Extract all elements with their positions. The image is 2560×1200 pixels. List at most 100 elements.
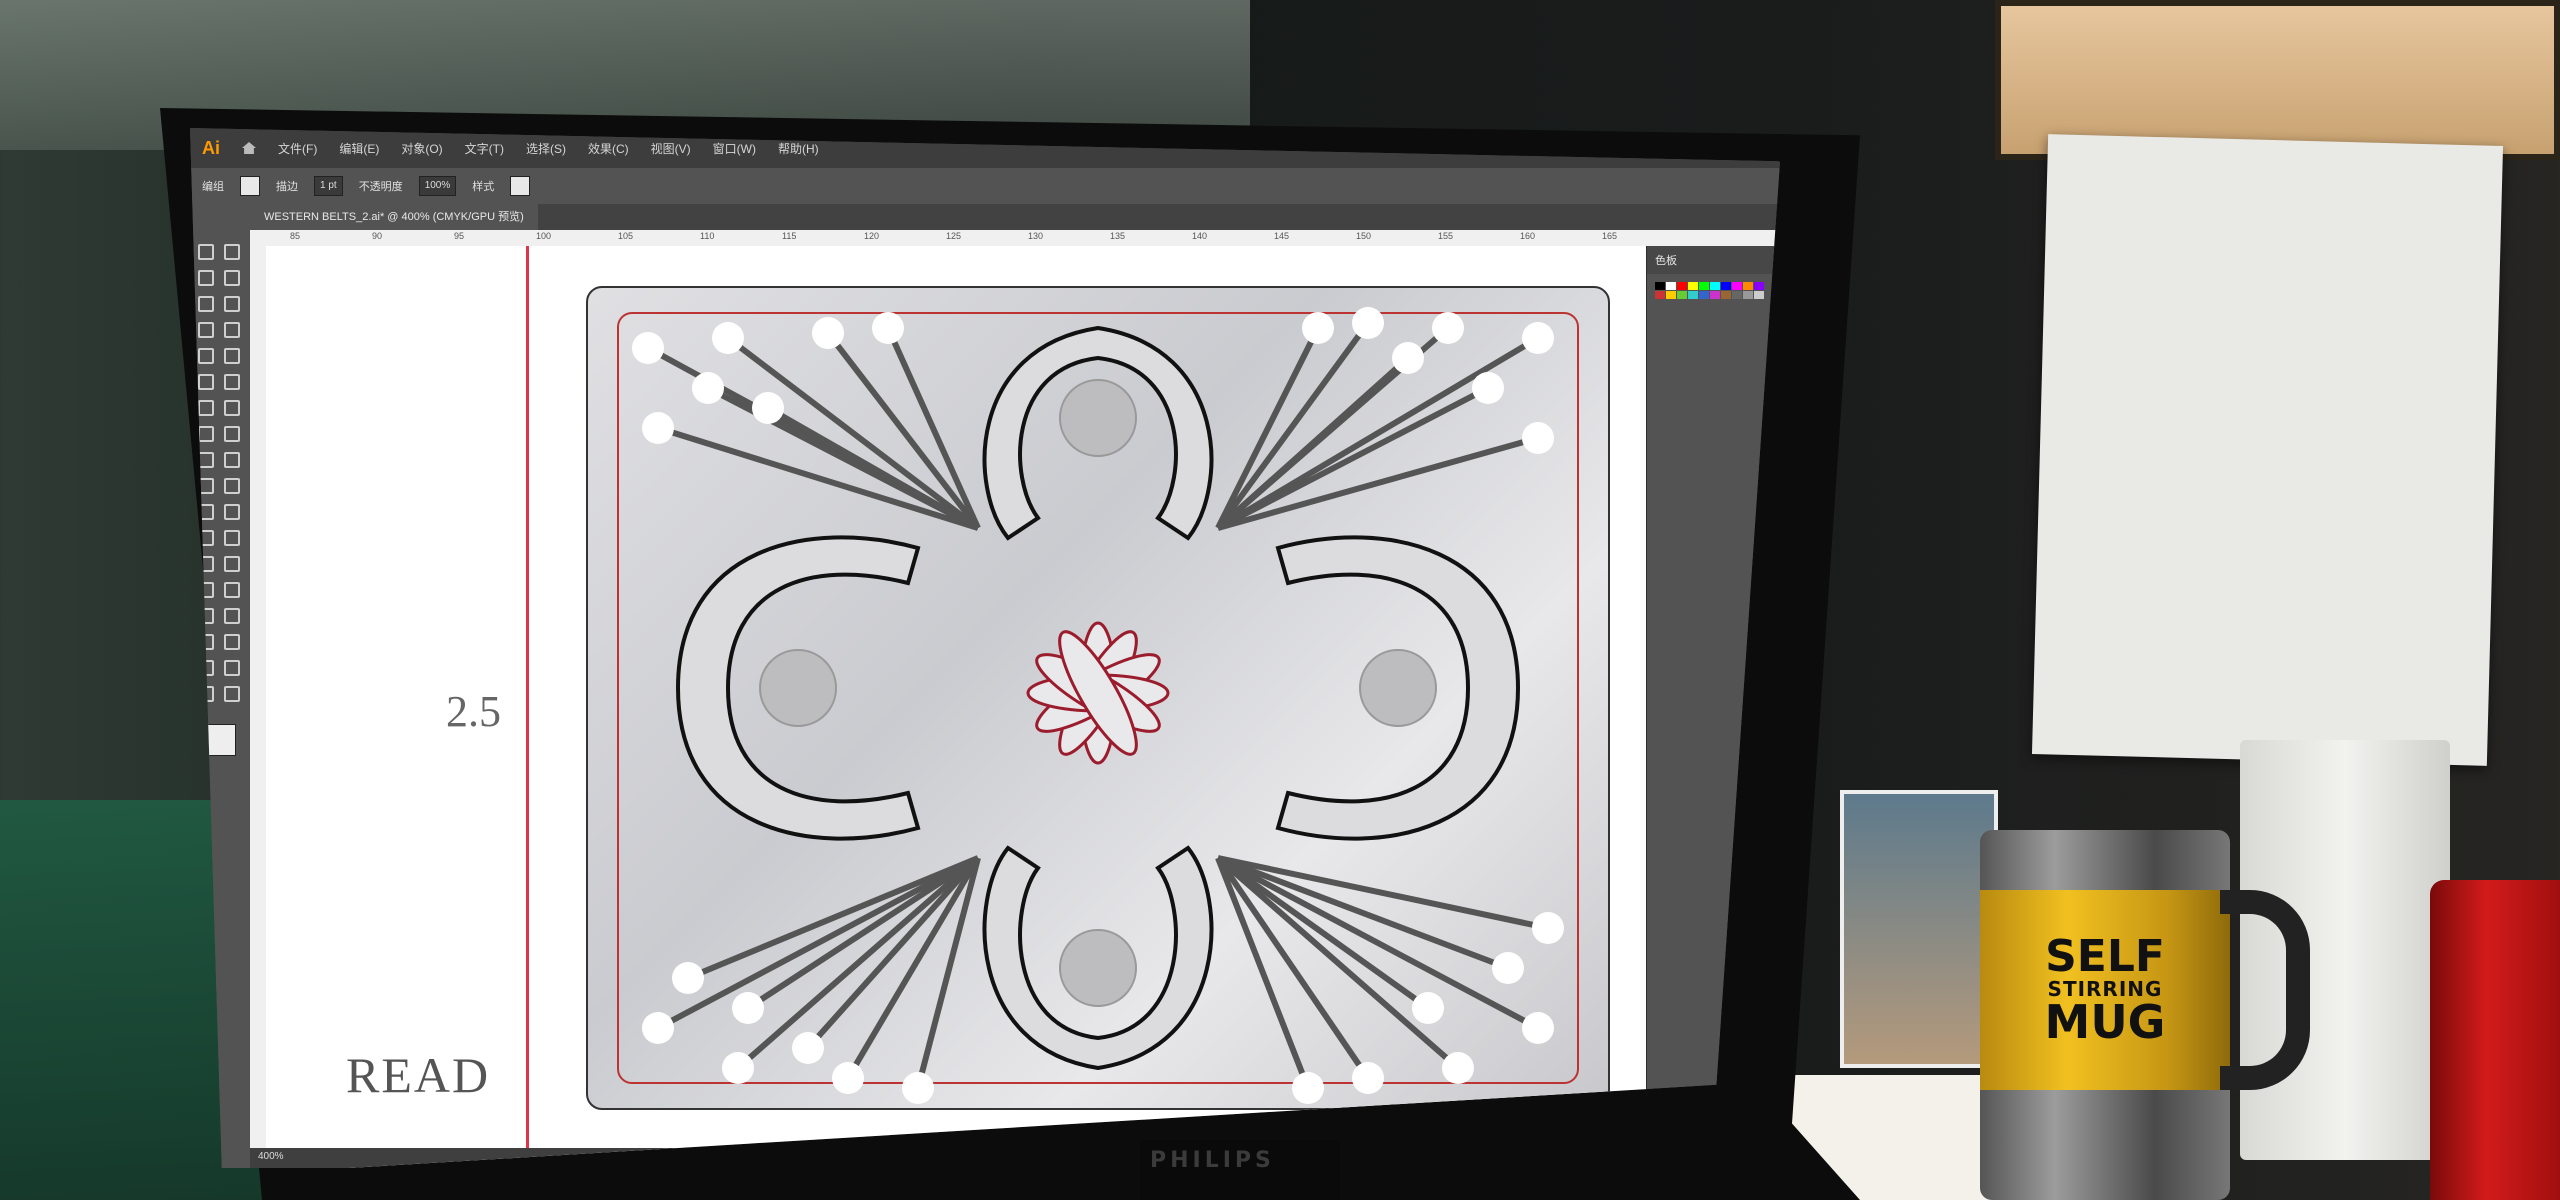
stroke-weight-field[interactable]: 1 pt: [314, 176, 343, 196]
swatch[interactable]: [1721, 291, 1731, 299]
style-swatch[interactable]: [510, 176, 531, 196]
ruler-tick-label: 160: [1520, 231, 1536, 241]
swatch[interactable]: [1743, 282, 1753, 290]
tool-icon[interactable]: [198, 426, 214, 442]
menu-file[interactable]: 文件(F): [278, 140, 317, 157]
swatch[interactable]: [1743, 291, 1753, 299]
mug-label: SELF STIRRING MUG: [2005, 931, 2205, 1046]
ray-dot: [1522, 1012, 1554, 1044]
tool-icon[interactable]: [224, 374, 240, 390]
tool-icon[interactable]: [198, 244, 214, 260]
swatch[interactable]: [1655, 282, 1665, 290]
tool-icon[interactable]: [198, 270, 214, 286]
swatch[interactable]: [1677, 291, 1687, 299]
swatch[interactable]: [1666, 282, 1676, 290]
ray-dot: [1302, 312, 1334, 344]
tool-icon[interactable]: [224, 634, 240, 650]
menu-help[interactable]: 帮助(H): [778, 140, 819, 157]
tool-icon[interactable]: [224, 244, 240, 260]
ray-dot: [642, 412, 674, 444]
swatch[interactable]: [1688, 282, 1698, 290]
tool-icon[interactable]: [224, 556, 240, 572]
fill-stroke-indicator[interactable]: [204, 724, 236, 756]
swatch[interactable]: [1677, 282, 1687, 290]
clover-left: [759, 649, 837, 727]
menu-edit[interactable]: 编辑(E): [339, 140, 379, 157]
swatch[interactable]: [1721, 282, 1731, 290]
menu-object[interactable]: 对象(O): [401, 140, 442, 157]
swatch[interactable]: [1710, 282, 1720, 290]
tool-icon[interactable]: [224, 322, 240, 338]
tool-icon[interactable]: [198, 660, 214, 676]
tool-icon[interactable]: [224, 608, 240, 624]
tool-icon[interactable]: [198, 374, 214, 390]
tool-icon[interactable]: [224, 504, 240, 520]
ruler-tick-label: 125: [946, 231, 962, 241]
tool-icon[interactable]: [224, 348, 240, 364]
tool-icon[interactable]: [198, 348, 214, 364]
swatches-grid: [1647, 274, 1780, 307]
swatch[interactable]: [1754, 291, 1764, 299]
clover-right: [1359, 649, 1437, 727]
swatch[interactable]: [1754, 282, 1764, 290]
swatch[interactable]: [1732, 282, 1742, 290]
swatch[interactable]: [1655, 291, 1665, 299]
tool-icon[interactable]: [224, 426, 240, 442]
ray-dot: [672, 962, 704, 994]
document-tab-bar: WESTERN BELTS_2.ai* @ 400% (CMYK/GPU 预览): [250, 204, 1780, 230]
swatch[interactable]: [1710, 291, 1720, 299]
tool-icon[interactable]: [198, 556, 214, 572]
document-tab[interactable]: WESTERN BELTS_2.ai* @ 400% (CMYK/GPU 预览): [250, 204, 538, 230]
tool-icon[interactable]: [198, 608, 214, 624]
monitor-screen: Ai 文件(F) 编辑(E) 对象(O) 文字(T) 选择(S) 效果(C) 视…: [190, 128, 1780, 1168]
menu-effect[interactable]: 效果(C): [588, 140, 629, 157]
canvas[interactable]: 2.5 READ: [266, 246, 1646, 1168]
ray-dot: [752, 392, 784, 424]
tool-icon[interactable]: [198, 634, 214, 650]
tool-icon[interactable]: [224, 582, 240, 598]
zoom-level[interactable]: 400%: [258, 1151, 284, 1162]
swatch[interactable]: [1699, 282, 1709, 290]
guide-line: [526, 246, 529, 1168]
home-icon[interactable]: [242, 142, 256, 154]
horizontal-ruler: 85 90 95 100 105 110 115 120 125 130 135 140 145 150 1…: [250, 230, 1780, 247]
opacity-field[interactable]: 100%: [418, 176, 457, 196]
tool-icon[interactable]: [224, 478, 240, 494]
ray-dot: [1432, 312, 1464, 344]
tool-icon[interactable]: [198, 322, 214, 338]
tool-icon[interactable]: [224, 452, 240, 468]
mug-label-line1: SELF: [2045, 931, 2165, 982]
ray-dot: [1352, 1062, 1384, 1094]
stroke-label: 描边: [276, 181, 298, 193]
tool-icon[interactable]: [224, 530, 240, 546]
menu-select[interactable]: 选择(S): [526, 140, 566, 157]
fill-swatch[interactable]: [240, 176, 260, 196]
tool-icon[interactable]: [224, 296, 240, 312]
belt-buckle-artwork[interactable]: [586, 286, 1610, 1110]
ray-dot: [632, 332, 664, 364]
tool-icon[interactable]: [198, 452, 214, 468]
tool-icon[interactable]: [224, 686, 240, 702]
tool-icon[interactable]: [198, 400, 214, 416]
menu-window[interactable]: 窗口(W): [713, 140, 756, 157]
tool-icon[interactable]: [198, 296, 214, 312]
tool-icon[interactable]: [198, 582, 214, 598]
clover-bottom: [1059, 929, 1137, 1007]
tool-icon[interactable]: [224, 270, 240, 286]
tool-icon[interactable]: [198, 686, 214, 702]
tool-icon[interactable]: [224, 400, 240, 416]
style-label: 样式: [472, 181, 495, 193]
vertical-ruler: [250, 246, 267, 1168]
swatch[interactable]: [1732, 291, 1742, 299]
swatch[interactable]: [1666, 291, 1676, 299]
swatch[interactable]: [1688, 291, 1698, 299]
menu-view[interactable]: 视图(V): [651, 140, 691, 157]
monitor-brand: PHILIPS: [1150, 1148, 1275, 1173]
clover-top: [1059, 379, 1137, 457]
swatch[interactable]: [1699, 291, 1709, 299]
wall-paper-sheet: [2031, 134, 2504, 766]
menu-type[interactable]: 文字(T): [465, 140, 504, 157]
tool-icon[interactable]: [224, 660, 240, 676]
ray-dot: [1352, 307, 1384, 339]
ruler-tick-label: 95: [454, 231, 465, 241]
